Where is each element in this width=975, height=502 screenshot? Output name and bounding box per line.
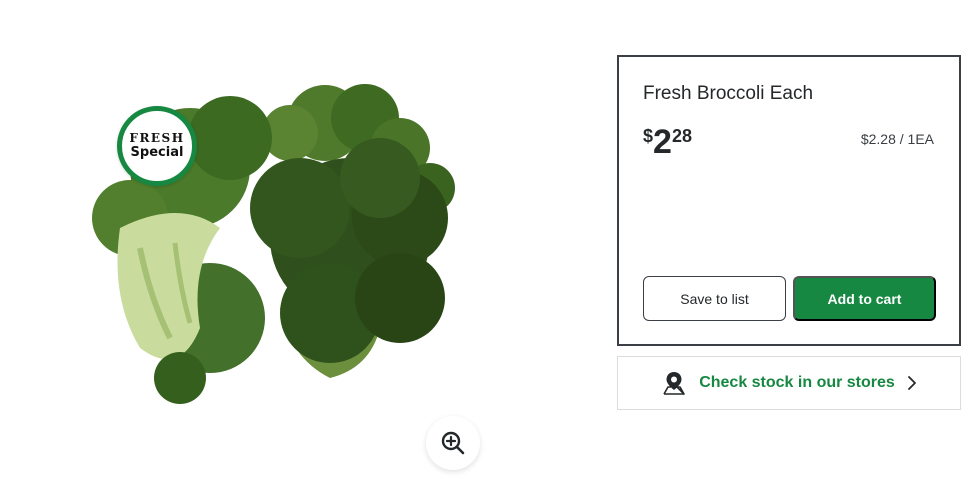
check-stock-button[interactable]: Check stock in our stores bbox=[617, 356, 961, 410]
unit-price: $2.28 / 1EA bbox=[860, 131, 934, 147]
badge-line-fresh: FRESH bbox=[129, 131, 185, 145]
product-price: $ 2 28 bbox=[643, 123, 692, 161]
price-cents: 28 bbox=[671, 126, 692, 146]
zoom-button[interactable] bbox=[426, 416, 480, 470]
price-whole: 2 bbox=[653, 123, 672, 161]
product-card: Fresh Broccoli Each $ 2 28 $2.28 / 1EA S… bbox=[617, 55, 961, 346]
front-floret bbox=[250, 138, 448, 378]
price-dollar-sign: $ bbox=[643, 126, 654, 146]
map-pin-icon bbox=[661, 370, 687, 396]
badge-line-special: Special bbox=[130, 145, 184, 160]
chevron-right-icon bbox=[907, 376, 917, 390]
zoom-in-icon bbox=[441, 431, 465, 455]
fresh-special-badge: FRESH Special bbox=[117, 106, 197, 186]
product-image-area: FRESH Special bbox=[0, 0, 600, 502]
product-title: Fresh Broccoli Each bbox=[643, 83, 814, 104]
save-to-list-button[interactable]: Save to list bbox=[643, 276, 786, 321]
check-stock-label: Check stock in our stores bbox=[699, 374, 895, 391]
add-to-cart-button[interactable]: Add to cart bbox=[793, 276, 936, 321]
